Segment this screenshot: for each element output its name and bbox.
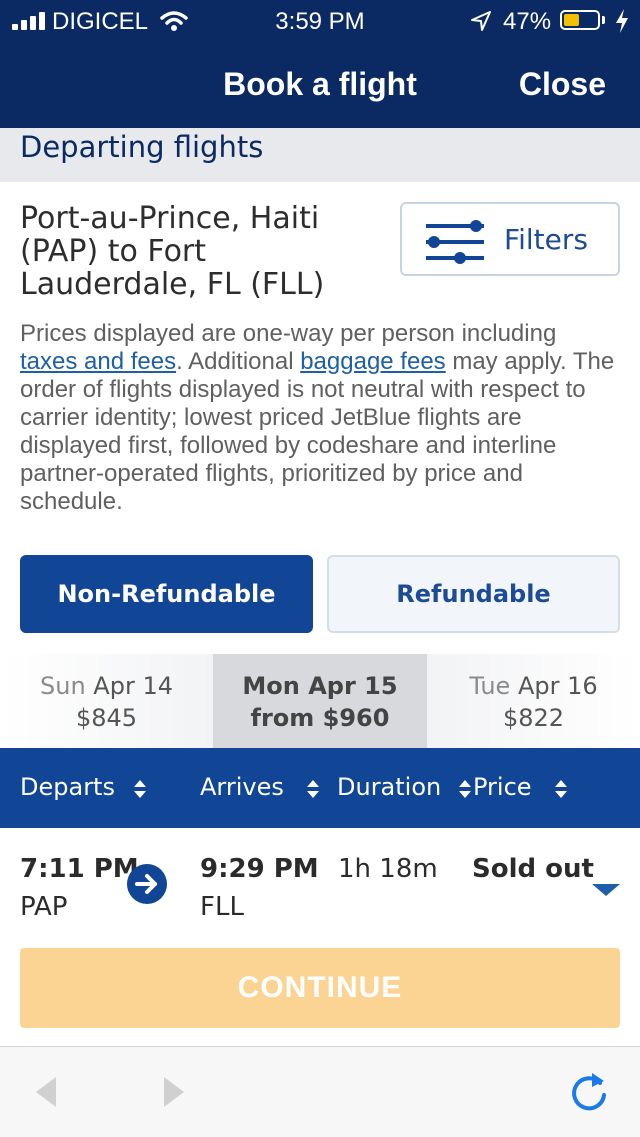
price-notice: Prices displayed are one-way per person …	[20, 320, 615, 515]
close-button[interactable]: Close	[519, 64, 606, 104]
depart-code: PAP	[20, 892, 68, 922]
browser-toolbar	[0, 1046, 640, 1137]
filters-icon	[426, 220, 484, 264]
depart-time: 7:11 PM	[20, 854, 139, 884]
sort-icon[interactable]	[307, 780, 319, 800]
section-header: Departing flights	[0, 128, 640, 182]
sort-arrives-button[interactable]: Arrives	[200, 772, 284, 802]
arrive-code: FLL	[200, 892, 244, 922]
date-price: $845	[75, 704, 138, 732]
sort-icon[interactable]	[555, 780, 567, 800]
column-header-bar: Departs Arrives Duration Price	[0, 748, 640, 828]
arrow-right-circle-icon	[127, 864, 167, 904]
battery-icon	[560, 10, 600, 30]
filters-label: Filters	[504, 223, 588, 256]
flight-duration: 1h 18m	[338, 854, 438, 884]
location-arrow-icon	[471, 11, 491, 31]
tab-non-refundable[interactable]: Non-Refundable	[20, 555, 313, 633]
taxes-and-fees-link[interactable]: taxes and fees	[20, 348, 176, 375]
section-title: Departing flights	[20, 130, 264, 164]
baggage-fees-link[interactable]: baggage fees	[300, 348, 445, 375]
date-option-apr-16[interactable]: Tue Apr 16 $822	[427, 654, 640, 748]
filters-button[interactable]: Filters	[400, 202, 620, 276]
sort-price-button[interactable]: Price	[473, 772, 532, 802]
charging-icon	[616, 9, 628, 33]
flight-status: Sold out	[472, 854, 594, 884]
route-title: Port-au-Prince, Haiti (PAP) to Fort Laud…	[20, 201, 325, 302]
sort-duration-button[interactable]: Duration	[337, 772, 441, 802]
date-option-apr-15[interactable]: Mon Apr 15 from $960	[213, 654, 427, 748]
date-option-apr-14[interactable]: Sun Apr 14 $845	[0, 654, 213, 748]
chevron-down-icon[interactable]	[592, 884, 620, 896]
date-price: from $960	[250, 704, 390, 732]
sort-departs-button[interactable]: Departs	[20, 772, 115, 802]
forward-icon[interactable]	[160, 1075, 188, 1109]
continue-button[interactable]: CONTINUE	[20, 948, 620, 1028]
sort-icon[interactable]	[134, 780, 146, 800]
back-icon[interactable]	[32, 1075, 60, 1109]
arrive-time: 9:29 PM	[200, 854, 319, 884]
sort-icon[interactable]	[459, 780, 471, 800]
reload-icon[interactable]	[568, 1069, 610, 1115]
tab-refundable[interactable]: Refundable	[327, 555, 620, 633]
battery-level	[564, 14, 579, 26]
top-bar: DIGICEL 3:59 PM 47% Book a flight Close	[0, 0, 640, 128]
battery-percent: 47%	[503, 8, 552, 35]
date-price: $822	[502, 704, 565, 732]
